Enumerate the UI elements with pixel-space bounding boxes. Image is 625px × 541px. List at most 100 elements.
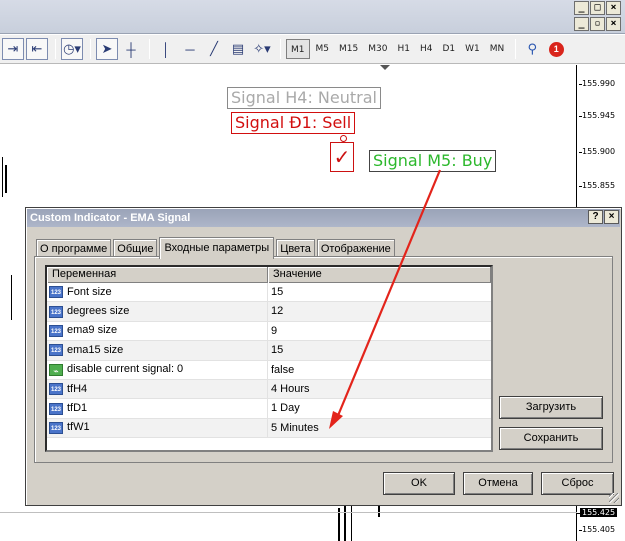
table-row[interactable]: 123 tfW1 5 Minutes: [47, 418, 491, 439]
close-button[interactable]: ×: [606, 1, 621, 15]
timeframe-m1[interactable]: M1: [286, 39, 310, 59]
chart-shift-marker-icon: [380, 65, 390, 70]
table-row[interactable]: 123 Font size 15: [47, 283, 491, 303]
timeframe-d1[interactable]: D1: [438, 39, 459, 59]
child-minimize-button[interactable]: _: [574, 17, 589, 31]
window-controls: _ □ ×: [574, 1, 621, 15]
horizontal-line-button[interactable]: ─: [179, 38, 201, 60]
variable-cell: 123 ema15 size: [47, 341, 268, 360]
table-row[interactable]: 123 tfH4 4 Hours: [47, 379, 491, 400]
variable-name: tfH4: [67, 382, 88, 395]
price-tick: 155.990: [578, 79, 616, 88]
dialog-title: Custom Indicator - EMA Signal: [27, 209, 620, 227]
current-price-tick: 155.425: [576, 508, 618, 517]
minimize-button[interactable]: _: [574, 1, 589, 15]
vertical-line-button[interactable]: │: [155, 38, 177, 60]
price-tick: 155.405: [578, 525, 616, 534]
dialog-tabs: О программе Общие Входные параметры Цвет…: [36, 236, 397, 259]
timeframe-m30[interactable]: M30: [364, 39, 391, 59]
value-cell[interactable]: 15: [268, 283, 491, 301]
variable-cell: ⌁ disable current signal: 0: [47, 360, 268, 379]
load-button[interactable]: Загрузить: [499, 396, 603, 419]
timeframe-h4[interactable]: H4: [416, 39, 437, 59]
value-cell[interactable]: 15: [268, 341, 491, 359]
horizontal-line-icon: ─: [185, 41, 195, 57]
tab-inputs[interactable]: Входные параметры: [159, 237, 275, 259]
signal-d1-label: Signal Ð1: Sell: [231, 112, 356, 134]
table-row[interactable]: 123 tfD1 1 Day: [47, 399, 491, 419]
search-button[interactable]: ⚲: [521, 38, 543, 60]
timeframe-m15[interactable]: M15: [335, 39, 362, 59]
table-body: 123 Font size 15 123 degrees size 12 123 em…: [47, 283, 491, 439]
timeframe-w1[interactable]: W1: [461, 39, 484, 59]
timeframe-h1[interactable]: H1: [393, 39, 414, 59]
integer-type-icon: 123: [49, 402, 63, 415]
alerts-button[interactable]: 1: [545, 38, 567, 60]
toolbar-separator: [55, 39, 56, 59]
channel-button[interactable]: ▤: [227, 38, 249, 60]
dialog-controls: ? ×: [588, 210, 619, 224]
variable-name: degrees size: [67, 305, 130, 318]
resize-grip-icon[interactable]: [609, 493, 619, 503]
variable-cell: 123 tfD1: [47, 399, 268, 418]
autoscroll-button[interactable]: ⇤: [26, 38, 48, 60]
value-cell[interactable]: false: [268, 361, 491, 379]
column-header-value[interactable]: Значение: [268, 267, 491, 283]
table-row[interactable]: 123 ema9 size 9: [47, 321, 491, 342]
column-header-variable[interactable]: Переменная: [47, 267, 268, 283]
timeframe-m5[interactable]: M5: [312, 39, 334, 59]
value-cell[interactable]: 9: [268, 322, 491, 340]
child-window-controls: _ ▫ ×: [574, 17, 621, 31]
integer-type-icon: 123: [49, 324, 63, 337]
periodicity-button[interactable]: ◷▾: [61, 38, 83, 60]
table-row[interactable]: 123 ema15 size 15: [47, 341, 491, 361]
chart-shift-button[interactable]: ⇥: [2, 38, 24, 60]
price-tick: 155.945: [578, 111, 616, 120]
integer-type-icon: 123: [49, 286, 63, 299]
price-level-line: [0, 512, 577, 513]
child-restore-button[interactable]: ▫: [590, 17, 605, 31]
value-cell[interactable]: 12: [268, 302, 491, 320]
variable-name: Font size: [67, 285, 112, 298]
check-signal-icon: ✓: [330, 135, 354, 172]
boolean-type-icon: ⌁: [49, 363, 63, 376]
signal-m5-label: Signal M5: Buy: [369, 150, 497, 172]
variable-name: disable current signal: 0: [67, 363, 184, 376]
cursor-icon: ➤: [101, 41, 113, 56]
channel-icon: ▤: [231, 41, 245, 56]
maximize-button[interactable]: □: [590, 1, 605, 15]
child-close-button[interactable]: ×: [606, 17, 621, 31]
reset-button[interactable]: Сброс: [541, 472, 614, 495]
trendline-icon: ╱: [210, 41, 218, 56]
variable-name: tfW1: [67, 421, 90, 434]
dialog-close-button[interactable]: ×: [604, 210, 619, 224]
search-icon: ⚲: [527, 41, 537, 56]
autoscroll-icon: ⇤: [31, 41, 43, 56]
cursor-tool-button[interactable]: ➤: [96, 38, 118, 60]
crosshair-tool-button[interactable]: ┼: [120, 38, 142, 60]
candle: [2, 157, 3, 197]
chart-shift-icon: ⇥: [7, 41, 19, 56]
alert-badge-icon: 1: [548, 41, 564, 57]
integer-type-icon: 123: [49, 421, 63, 434]
help-button[interactable]: ?: [588, 210, 603, 224]
shapes-button[interactable]: ✧▾: [251, 38, 273, 60]
value-cell[interactable]: 4 Hours: [268, 380, 491, 398]
price-tick: 155.900: [578, 147, 616, 156]
value-cell[interactable]: 1 Day: [268, 399, 491, 417]
timeframe-mn[interactable]: MN: [486, 39, 509, 59]
variable-name: tfD1: [67, 402, 88, 415]
ok-button[interactable]: OK: [383, 472, 455, 495]
table-header: Переменная Значение: [47, 267, 491, 283]
cancel-button[interactable]: Отмена: [463, 472, 533, 495]
inputs-table: Переменная Значение 123 Font size 15 123 d…: [45, 265, 493, 452]
table-row[interactable]: ⌁ disable current signal: 0 false: [47, 360, 491, 380]
save-button[interactable]: Сохранить: [499, 427, 603, 450]
candle: [344, 505, 346, 541]
candle: [5, 165, 7, 193]
table-row[interactable]: 123 degrees size 12: [47, 302, 491, 322]
candle: [378, 505, 380, 517]
trendline-button[interactable]: ╱: [203, 38, 225, 60]
value-cell[interactable]: 5 Minutes: [268, 419, 491, 437]
chart-toolbar: ⇥ ⇤ ◷▾ ➤ ┼ │ ─ ╱ ▤ ✧▾ M1 M5 M15 M30 H1 H…: [0, 35, 625, 64]
